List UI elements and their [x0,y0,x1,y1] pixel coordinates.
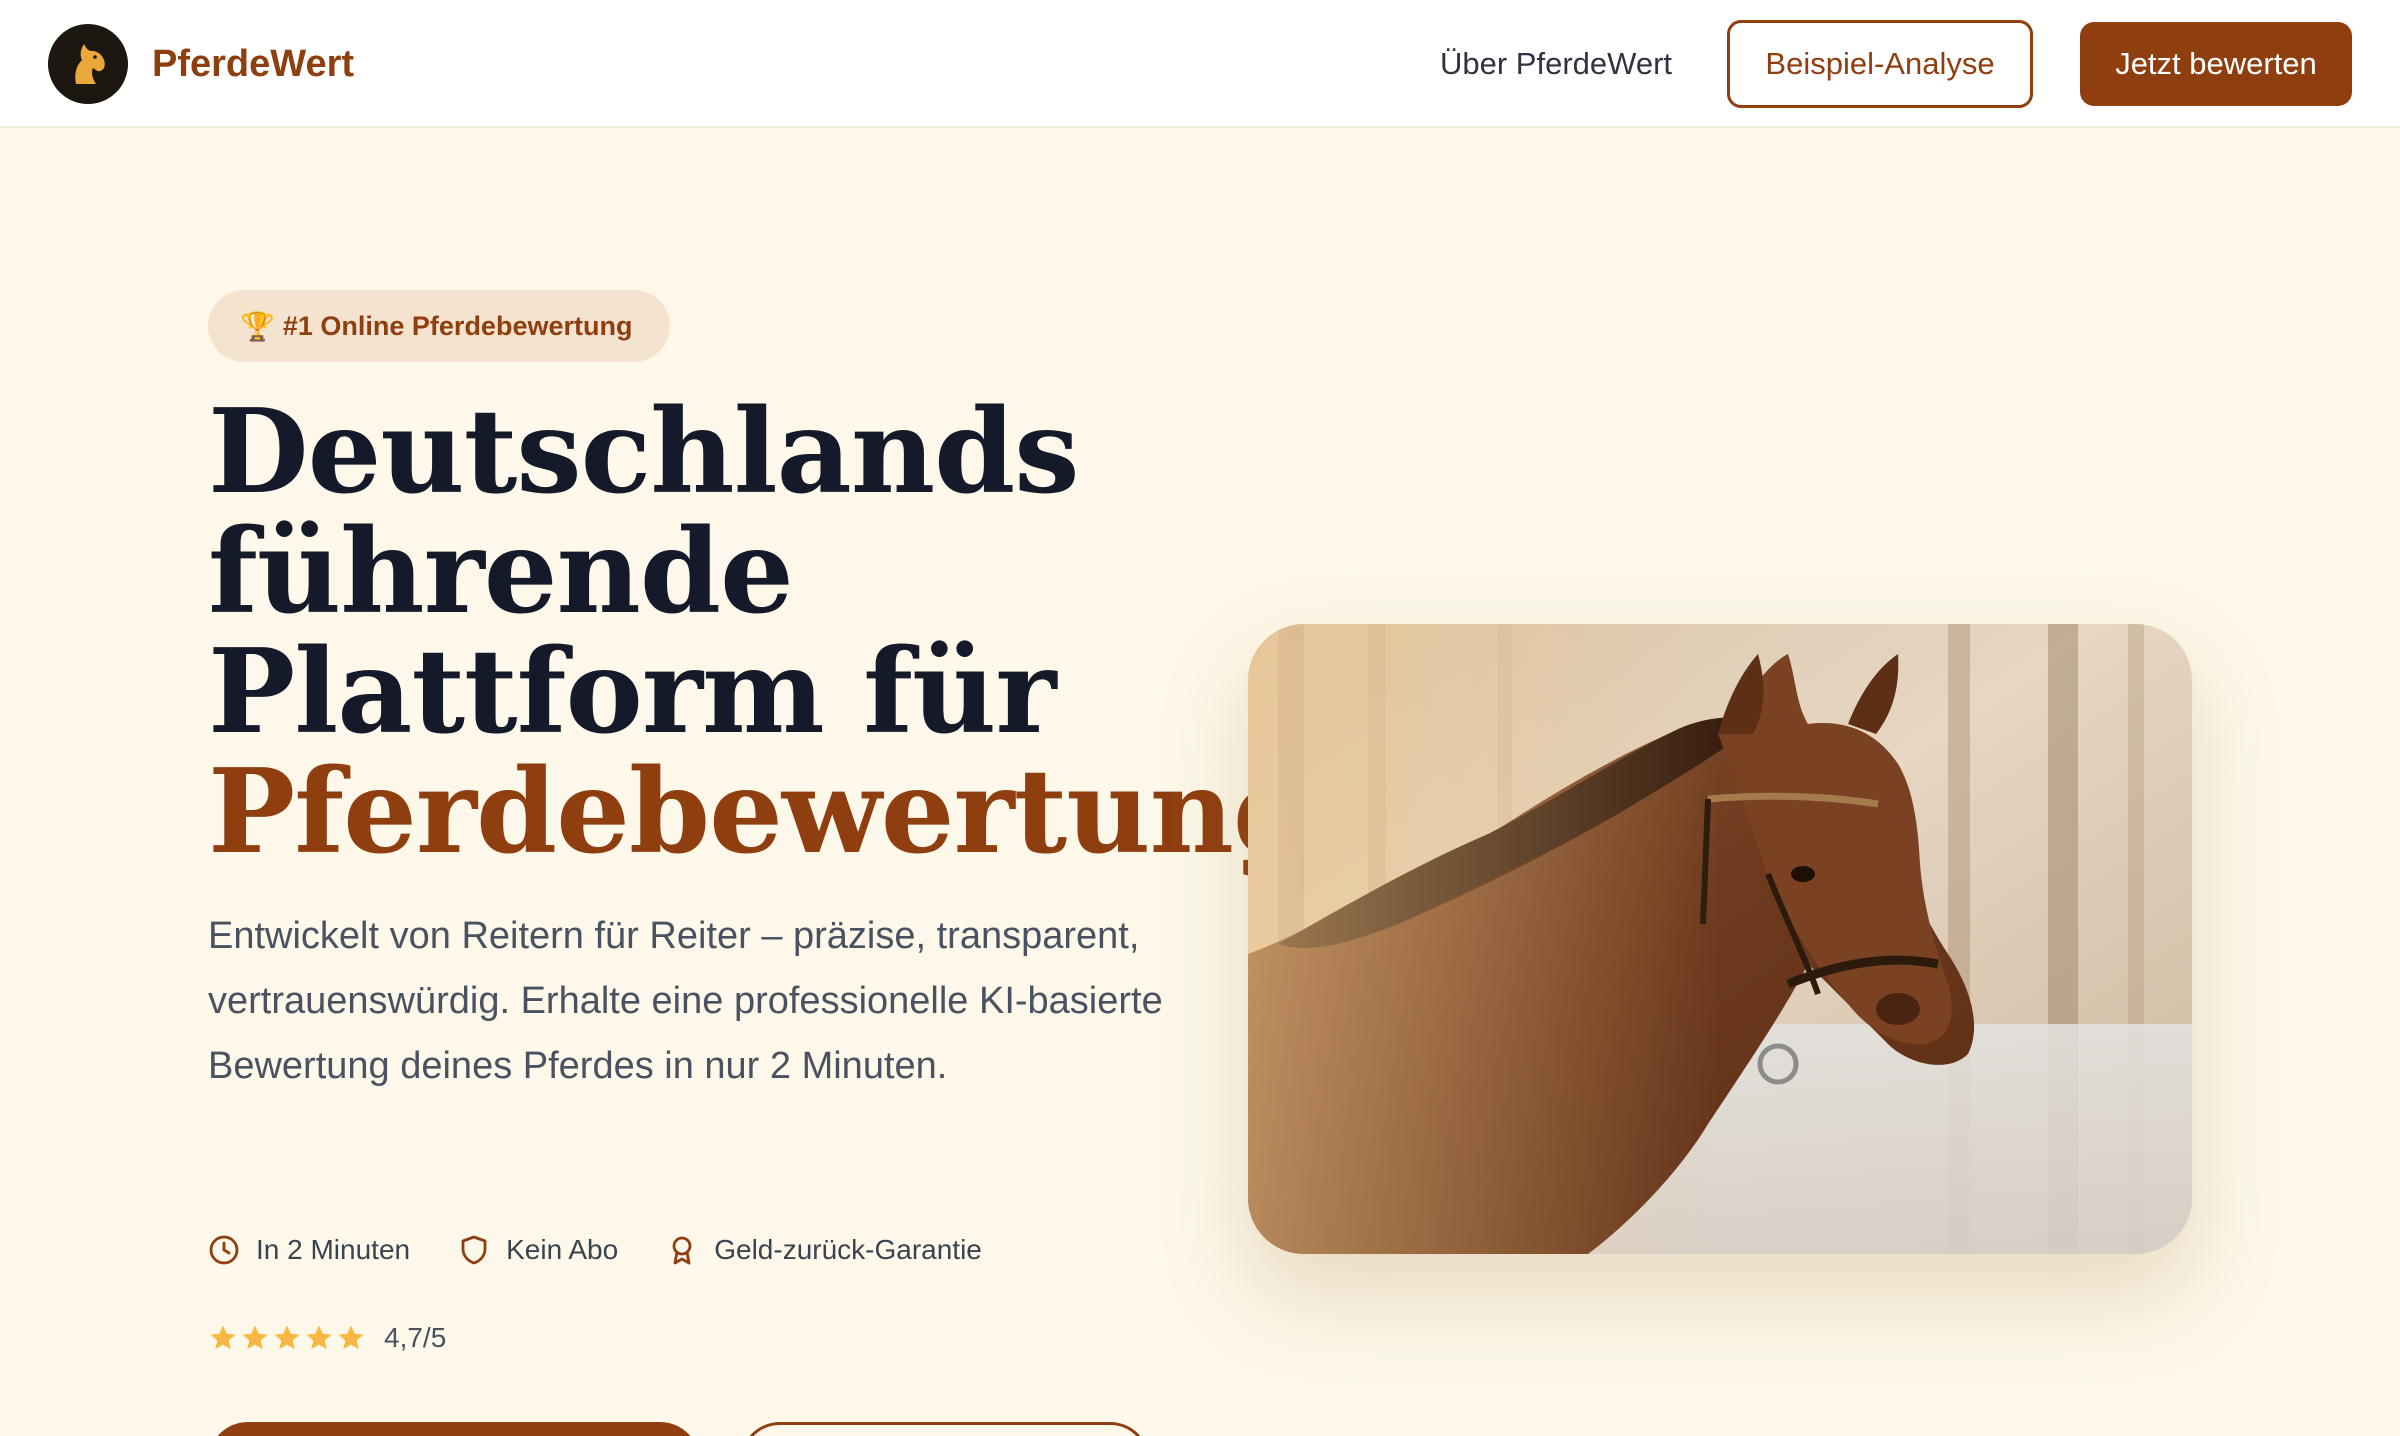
headline-accent: Pferdebewertung [208,744,1314,880]
headline-line-2: führende [208,504,794,640]
hero-badge: 🏆 #1 Online Pferdebewertung [208,290,670,362]
example-analysis-button[interactable]: Beispiel-Analyse [1727,20,2033,108]
feature-label: Kein Abo [506,1234,619,1265]
star-icon [210,1325,236,1350]
headline-line-3: Plattform für [208,624,1056,760]
hero-primary-cta-button[interactable] [208,1422,700,1436]
nav-link-about[interactable]: Über PferdeWert [1440,42,1672,86]
feature-label: Geld-zurück-Garantie [714,1234,982,1265]
rating-stars [208,1323,368,1353]
brand-name[interactable]: PferdeWert [152,40,354,88]
hero-secondary-cta-button[interactable] [740,1422,1150,1436]
rate-now-button[interactable]: Jetzt bewerten [2080,22,2352,106]
rating: 4,7/5 [208,1318,446,1358]
award-icon [672,1236,692,1265]
star-icon [306,1325,332,1350]
logo-horse-icon[interactable] [48,24,128,104]
hero-headline: Deutschlands führende Plattform für Pfer… [208,392,1408,872]
clock-icon [209,1235,239,1265]
hero-description: Entwickelt von Reitern für Reiter – präz… [208,915,1163,1087]
star-icon [242,1325,268,1350]
shield-icon [461,1235,487,1265]
feature-label: In 2 Minuten [256,1234,411,1265]
feature-item: Geld-zurück-Garantie [666,1234,982,1266]
feature-item: In 2 Minuten [208,1234,410,1266]
horse-photo [1248,624,2192,1254]
rating-value: 4,7/5 [384,1322,447,1353]
trophy-icon: 🏆 [240,310,275,342]
feature-list: In 2 Minuten Kein Abo Geld-zurück-Garant… [208,1228,1030,1272]
site-header: PferdeWert Über PferdeWert Beispiel-Anal… [0,0,2400,128]
star-icon [338,1325,364,1350]
headline-line-1: Deutschlands [208,384,1080,520]
star-icon [274,1325,300,1350]
hero-badge-label: #1 Online Pferdebewertung [282,310,633,341]
feature-item: Kein Abo [458,1234,618,1266]
